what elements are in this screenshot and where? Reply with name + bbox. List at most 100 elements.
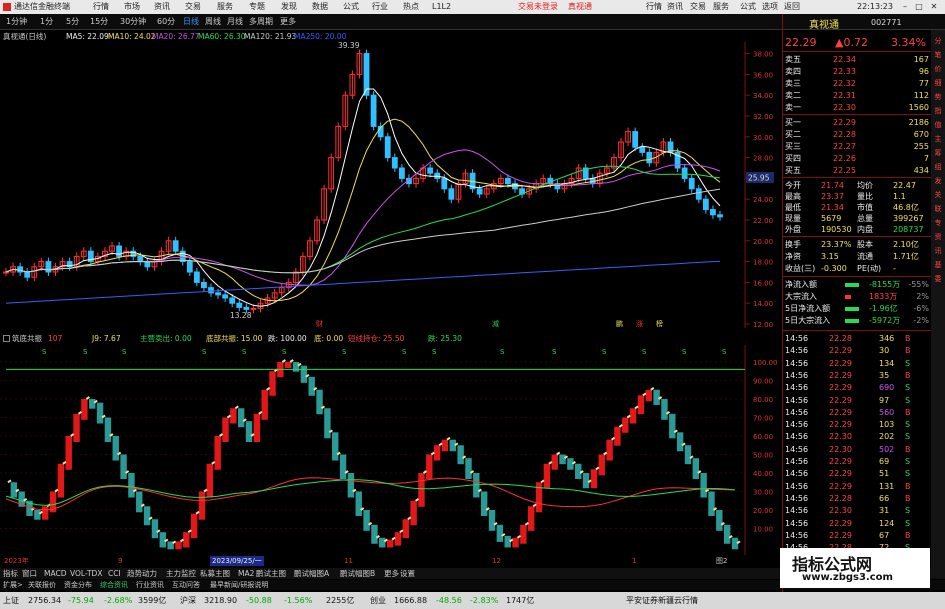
ask-row[interactable]: 卖五 22.34 167 xyxy=(783,54,933,66)
info-tab[interactable]: 行业资讯 xyxy=(136,580,164,590)
info-tab[interactable]: 最早新闻/研报说明 xyxy=(210,580,268,590)
side-tab[interactable]: 专 xyxy=(933,218,943,228)
indicator-tab[interactable]: 指标 xyxy=(3,568,18,579)
ask-row[interactable]: 卖二 22.31 112 xyxy=(783,90,933,102)
menu-item[interactable]: 资讯 xyxy=(154,0,170,14)
indicator-tab[interactable]: MA2 xyxy=(238,568,254,579)
y-tick-label: 100.00 xyxy=(753,359,778,367)
stock-name-link[interactable]: 真视通 xyxy=(568,0,592,14)
right-menu-item[interactable]: 资讯 xyxy=(667,0,683,14)
bid-row[interactable]: 买二 22.28 670 xyxy=(783,129,933,141)
menu-item[interactable]: 专题 xyxy=(249,0,265,14)
bid-row[interactable]: 买五 22.25 434 xyxy=(783,165,933,177)
period-button[interactable]: 月线 xyxy=(227,14,243,30)
ask-row[interactable]: 卖三 22.32 77 xyxy=(783,78,933,90)
indicator-tab[interactable]: 鹏试幅图A xyxy=(294,568,329,579)
side-tab[interactable]: 分 xyxy=(933,36,943,46)
info-tab[interactable]: 资金分布 xyxy=(64,580,92,590)
indicator-tab[interactable]: 鹏试幅图B xyxy=(340,568,375,579)
more-button[interactable]: 更多 xyxy=(280,14,296,30)
event-marker[interactable]: 鹏 xyxy=(616,319,623,328)
oscillator-bar xyxy=(159,532,166,548)
indicator-chart[interactable]: 100.00 90.00 80.00 70.00 60.00 50.00 40.00 30.0… xyxy=(0,345,780,555)
info-tab[interactable]: 综合资讯 xyxy=(100,580,128,590)
indicator-tab[interactable]: 设置 xyxy=(400,568,415,579)
menu-item[interactable]: 交易 xyxy=(185,0,201,14)
side-tab[interactable]: 委 xyxy=(933,274,943,284)
right-menu-item[interactable]: 服务 xyxy=(713,0,729,14)
side-tab[interactable]: 价 xyxy=(933,64,943,74)
indicator-tab[interactable]: VOL-TDX xyxy=(70,568,102,579)
indicator-tab[interactable]: MACD xyxy=(44,568,66,579)
indicator-tab[interactable]: 鹏试主图 xyxy=(256,568,286,579)
flow-bar xyxy=(845,283,859,287)
event-marker[interactable]: 榜 xyxy=(656,319,663,328)
candle xyxy=(695,188,702,200)
side-tab[interactable]: 筹 xyxy=(933,148,943,158)
indicator-tab[interactable]: 主力监控 xyxy=(166,568,196,579)
side-tab[interactable]: 值 xyxy=(933,120,943,130)
period-button[interactable]: 1分钟 xyxy=(6,14,27,30)
indicator-tab[interactable]: 趋势动力 xyxy=(127,568,157,579)
info-tab[interactable]: 关联报价 xyxy=(28,580,56,590)
side-tab[interactable]: 关 xyxy=(933,190,943,200)
minimize-icon[interactable]: – xyxy=(900,0,910,14)
event-marker[interactable]: 财 xyxy=(316,319,323,328)
side-tab[interactable]: 势 xyxy=(933,92,943,102)
bid-row[interactable]: 买一 22.29 2186 xyxy=(783,117,933,129)
period-button[interactable]: 1分 xyxy=(40,14,53,30)
indicator-tab[interactable]: 更多 xyxy=(384,568,399,579)
trade-login-link[interactable]: 交易未登录 xyxy=(518,0,558,14)
period-button[interactable]: 15分 xyxy=(90,14,108,30)
period-button[interactable]: 5分 xyxy=(66,14,79,30)
bid-row[interactable]: 买四 22.26 7 xyxy=(783,153,933,165)
maximize-icon[interactable]: □ xyxy=(914,0,924,14)
event-marker[interactable]: 涨 xyxy=(636,319,643,328)
side-tab[interactable]: 联 xyxy=(933,204,943,214)
side-tab[interactable]: 基 xyxy=(933,260,943,270)
event-marker[interactable]: 减 xyxy=(492,319,499,328)
kline-chart[interactable]: 38.0036.0034.0032.0030.0028.0026.0024.00… xyxy=(0,42,780,328)
menu-item[interactable]: 行业 xyxy=(372,0,388,14)
indicator-toggle-icon[interactable] xyxy=(3,335,10,342)
period-button[interactable]: 30分钟 xyxy=(120,14,146,30)
side-tab[interactable]: 细 xyxy=(933,78,943,88)
menu-item[interactable]: 市场 xyxy=(124,0,140,14)
menu-item[interactable]: 数据 xyxy=(312,0,328,14)
side-tab[interactable]: 资 xyxy=(933,232,943,242)
side-tab[interactable]: 组 xyxy=(933,162,943,172)
right-menu-item[interactable]: 交易 xyxy=(690,0,706,14)
menu-item[interactable]: 服务 xyxy=(217,0,233,14)
sell-signal-mark: S xyxy=(242,348,247,356)
info-tab[interactable]: 互动问答 xyxy=(172,580,200,590)
info-tab[interactable]: 扩展> xyxy=(3,580,23,590)
oscillator-bar xyxy=(716,510,723,531)
right-menu-item[interactable]: 公式 xyxy=(740,0,756,14)
close-icon[interactable]: ✕ xyxy=(929,0,939,14)
right-menu-item[interactable]: 行情 xyxy=(646,0,662,14)
right-menu-item[interactable]: 返回 xyxy=(784,0,800,14)
menu-item[interactable]: 行情 xyxy=(93,0,109,14)
indicator-title: 筑底共振 xyxy=(12,334,42,343)
period-button[interactable]: 周线 xyxy=(205,14,221,30)
side-tab[interactable]: 讯 xyxy=(933,246,943,256)
right-menu-item[interactable]: 选项 xyxy=(762,0,778,14)
indicator-tab[interactable]: 私募主图 xyxy=(200,568,230,579)
ma-label: MA120: 21.93 xyxy=(244,32,297,41)
side-tab[interactable]: 发 xyxy=(933,176,943,186)
indicator-tab[interactable]: 窗口 xyxy=(22,568,37,579)
indicator-tab[interactable]: CCI xyxy=(108,568,121,579)
ask-row[interactable]: 卖一 22.30 1560 xyxy=(783,102,933,114)
menu-item[interactable]: 公式 xyxy=(343,0,359,14)
period-button[interactable]: 多周期 xyxy=(249,14,273,30)
side-tab[interactable]: 笔 xyxy=(933,50,943,60)
menu-item[interactable]: 发现 xyxy=(281,0,297,14)
ask-row[interactable]: 卖四 22.33 96 xyxy=(783,66,933,78)
period-button-active[interactable]: 日线 xyxy=(183,14,199,30)
period-button[interactable]: 60分 xyxy=(157,14,175,30)
bid-row[interactable]: 买三 22.27 255 xyxy=(783,141,933,153)
menu-item[interactable]: L1L2 xyxy=(432,0,451,14)
side-tab[interactable]: 指 xyxy=(933,106,943,116)
menu-item[interactable]: 热点 xyxy=(403,0,419,14)
side-tab[interactable]: 主 xyxy=(933,134,943,144)
